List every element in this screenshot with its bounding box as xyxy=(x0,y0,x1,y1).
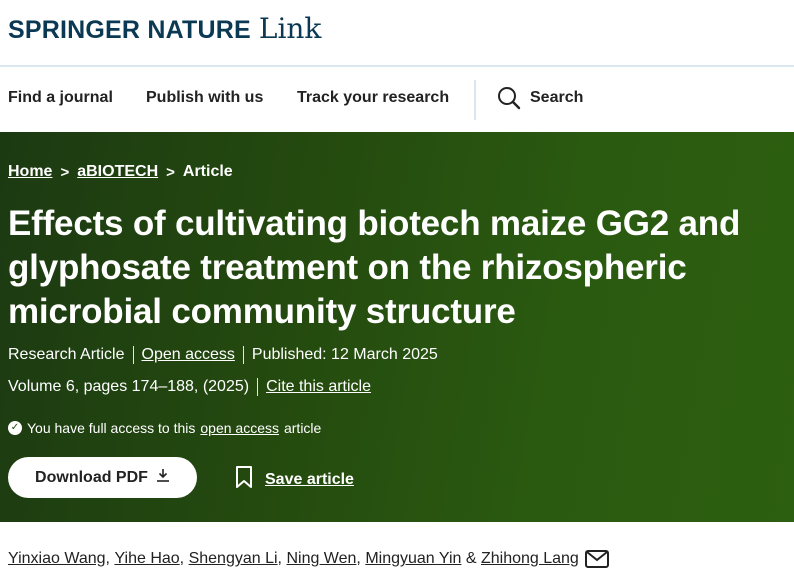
open-access-link[interactable]: Open access xyxy=(142,346,235,364)
access-notice-open-access-link[interactable]: open access xyxy=(200,420,279,436)
breadcrumb-current: Article xyxy=(182,163,233,180)
check-circle-icon: ✓ xyxy=(8,421,22,435)
volume-pages: Volume 6, pages 174–188, (2025) xyxy=(8,378,250,395)
meta-divider xyxy=(132,346,134,364)
cite-article-link[interactable]: Cite this article xyxy=(266,378,371,396)
author-link[interactable]: Mingyuan Yin xyxy=(365,550,461,568)
author-separator: , xyxy=(277,550,282,567)
search-button[interactable]: Search xyxy=(497,86,583,110)
meta-divider xyxy=(242,346,244,364)
breadcrumb-home[interactable]: Home xyxy=(8,163,52,181)
article-volume-line: Volume 6, pages 174–188, (2025) Cite thi… xyxy=(8,378,371,396)
author-link[interactable]: Ning Wen xyxy=(286,550,356,568)
access-notice-suffix: article xyxy=(283,420,322,436)
meta-divider xyxy=(257,378,259,396)
article-title: Effects of cultivating biotech maize GG2… xyxy=(8,204,741,331)
save-article-button[interactable]: Save article xyxy=(235,466,354,493)
published-date: Published: 12 March 2025 xyxy=(251,346,438,363)
site-header: SPRINGER NATURE Link xyxy=(0,0,794,67)
author-link[interactable]: Yihe Hao xyxy=(114,550,179,568)
nav-publish-with-us[interactable]: Publish with us xyxy=(146,89,263,107)
access-notice-prefix: You have full access to this xyxy=(27,420,196,436)
download-icon xyxy=(156,468,170,487)
save-article-label: Save article xyxy=(265,470,354,488)
bookmark-icon xyxy=(235,466,253,493)
breadcrumb-separator: > xyxy=(166,163,175,181)
author-ampersand: & xyxy=(465,550,477,567)
breadcrumb-separator: > xyxy=(60,163,70,181)
logo-link-text: Link xyxy=(258,12,322,45)
search-icon xyxy=(497,86,521,110)
breadcrumb-journal[interactable]: aBIOTECH xyxy=(77,163,158,181)
main-nav: Find a journal Publish with us Track you… xyxy=(0,69,794,132)
article-type: Research Article xyxy=(8,346,125,363)
author-separator: , xyxy=(105,550,110,567)
download-pdf-label: Download PDF xyxy=(35,468,148,486)
nav-track-your-research[interactable]: Track your research xyxy=(297,89,449,107)
logo-brand-text: SPRINGER NATURE xyxy=(8,16,251,44)
nav-divider xyxy=(474,80,476,120)
article-hero: Home > aBIOTECH > Article Effects of cul… xyxy=(0,132,794,522)
author-separator: , xyxy=(356,550,361,567)
author-list: Yinxiao Wang, Yihe Hao, Shengyan Li, Nin… xyxy=(8,550,609,568)
author-link[interactable]: Zhihong Lang xyxy=(481,550,579,568)
nav-find-a-journal[interactable]: Find a journal xyxy=(8,89,113,107)
springer-nature-link-logo[interactable]: SPRINGER NATURE Link xyxy=(8,12,321,45)
author-link[interactable]: Shengyan Li xyxy=(189,550,278,568)
author-separator: , xyxy=(179,550,185,567)
download-pdf-button[interactable]: Download PDF xyxy=(8,457,197,498)
search-label: Search xyxy=(530,89,584,106)
envelope-icon[interactable] xyxy=(584,550,609,568)
breadcrumb: Home > aBIOTECH > Article xyxy=(8,163,233,181)
author-link[interactable]: Yinxiao Wang xyxy=(8,550,106,568)
article-meta-line: Research Article Open access Published: … xyxy=(8,346,438,364)
access-notice: ✓ You have full access to this open acce… xyxy=(8,420,321,436)
